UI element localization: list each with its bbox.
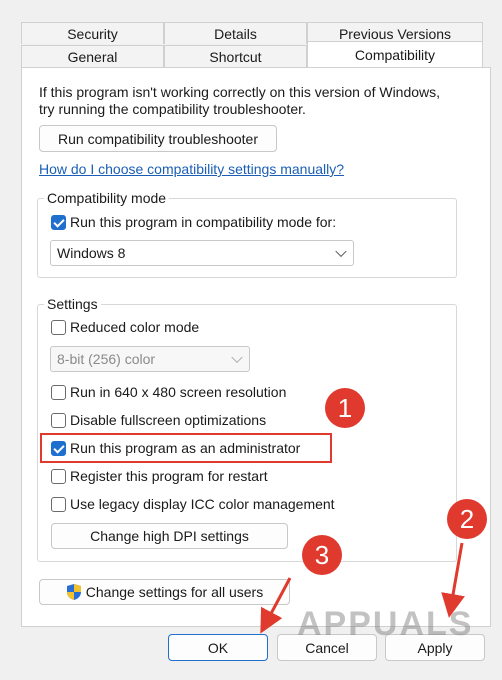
annotation-arrows bbox=[260, 542, 465, 634]
arrow-to-ok bbox=[260, 577, 292, 634]
tab-label: Compatibility bbox=[354, 46, 436, 63]
arrow-to-apply bbox=[441, 542, 465, 618]
tab-compatibility[interactable]: Compatibility bbox=[307, 41, 483, 67]
